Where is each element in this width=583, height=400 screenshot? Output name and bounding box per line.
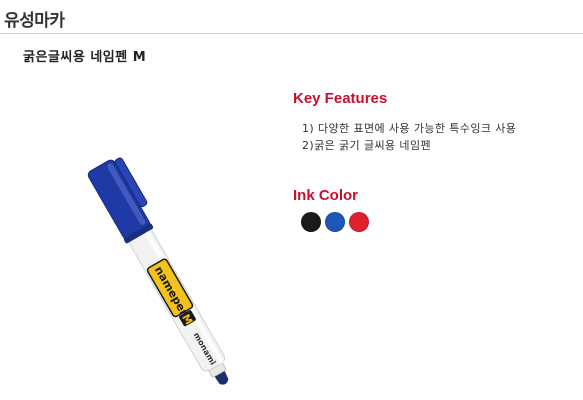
product-name: 굵은글씨용 네임펜 M [23,50,147,65]
ink-swatch-red [349,212,369,232]
marker-pen-image: namepen M monami [87,157,229,385]
feature-item: 2)굵은 굵기 글씨용 네임펜 [302,139,431,152]
key-features-heading: Key Features [293,90,388,107]
ink-swatch-blue [325,212,345,232]
ink-swatch-black [301,212,321,232]
feature-item: 1) 다양한 표면에 사용 가능한 특수잉크 사용 [302,122,517,135]
product-image: namepen M monami [0,100,290,400]
category-title: 유성마카 [4,11,65,31]
ink-color-heading: Ink Color [293,187,359,204]
title-divider [0,33,583,34]
feature-list: 1) 다양한 표면에 사용 가능한 특수잉크 사용 2)굵은 굵기 글씨용 네임… [302,120,516,154]
ink-color-swatches [301,212,369,232]
